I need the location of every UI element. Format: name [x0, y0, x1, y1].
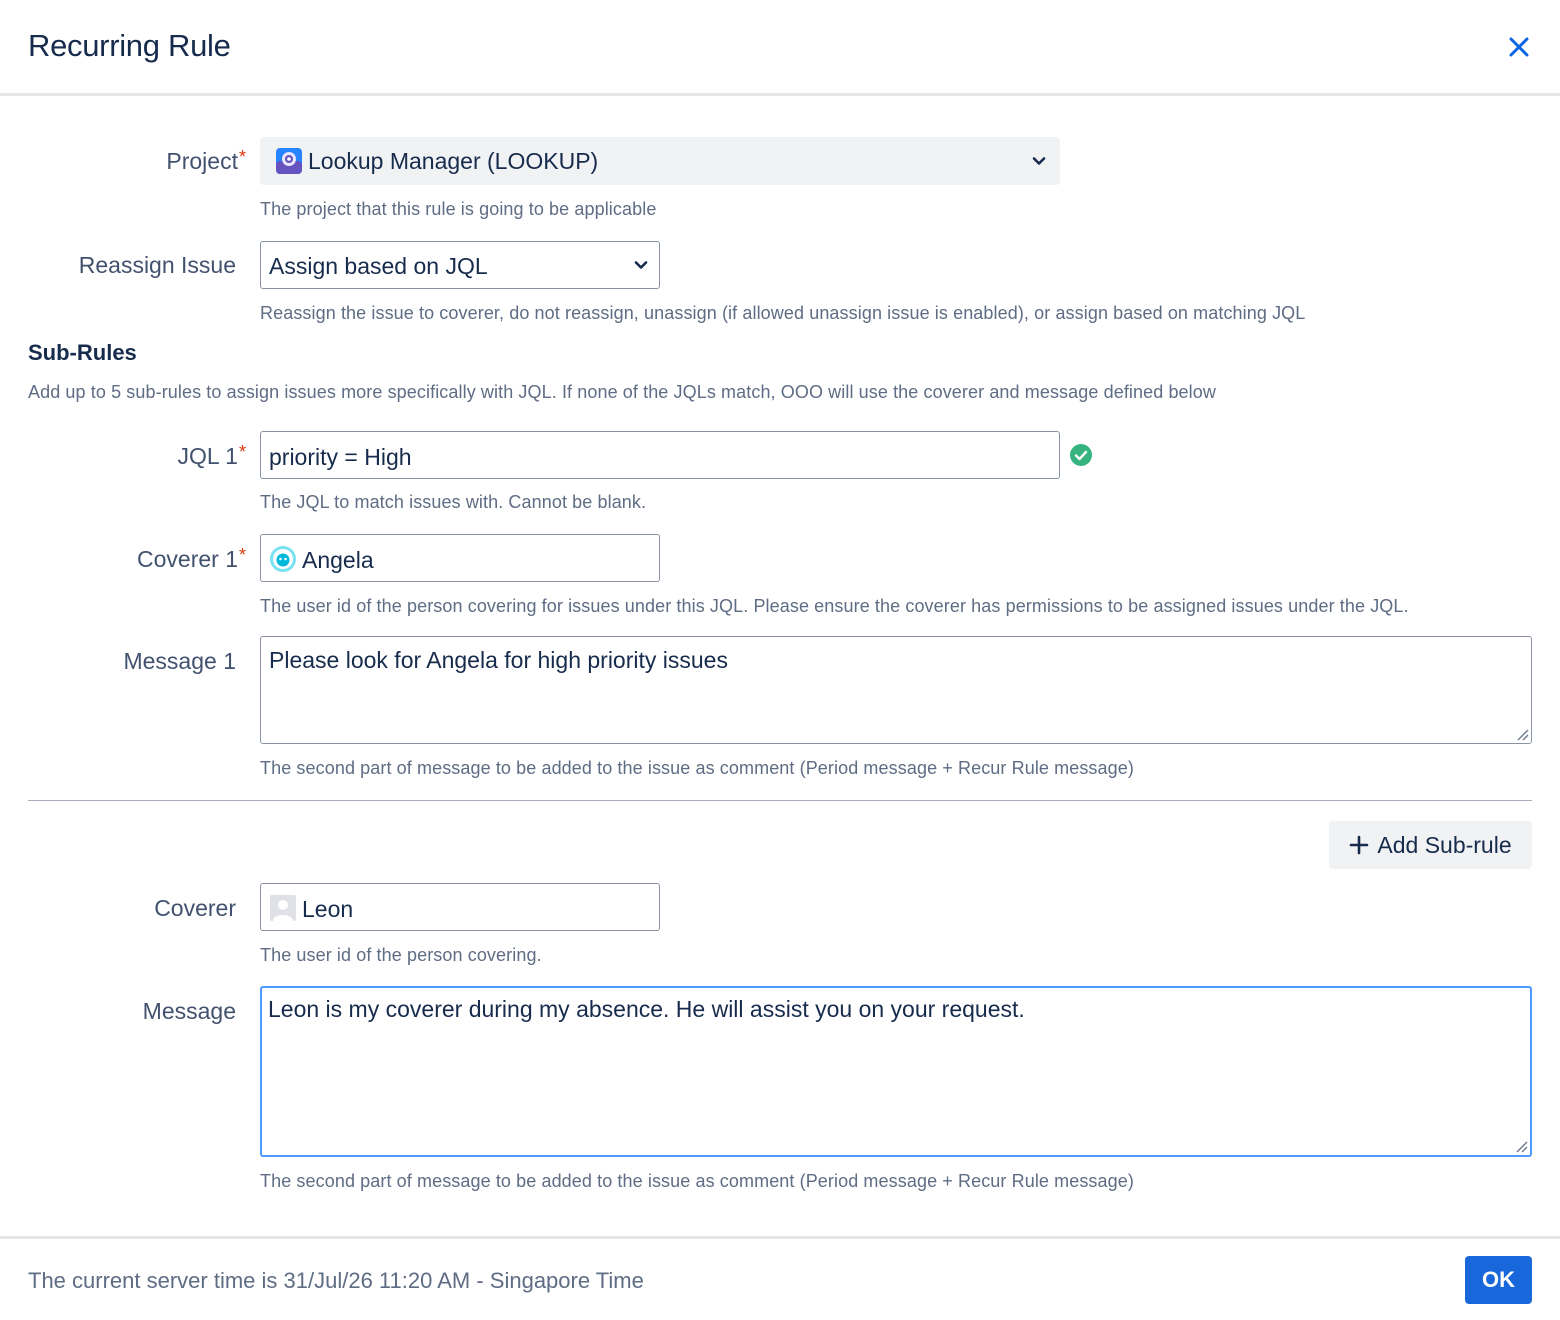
resize-handle-icon[interactable] — [1515, 727, 1529, 741]
dialog-header: Recurring Rule — [0, 0, 1560, 96]
project-label: Project* — [166, 147, 246, 174]
jql-value: priority = High — [269, 444, 412, 470]
jql-help: The JQL to match issues with. Cannot be … — [260, 492, 647, 512]
resize-handle-icon[interactable] — [1514, 1139, 1528, 1153]
check-circle-icon — [1070, 444, 1092, 466]
message-value: Leon is my coverer during my absence. He… — [268, 996, 1025, 1022]
dialog-title: Recurring Rule — [28, 28, 231, 63]
project-help: The project that this rule is going to b… — [260, 199, 657, 219]
chevron-down-icon — [634, 261, 648, 269]
message-help: The second part of message to be added t… — [260, 1171, 1134, 1191]
project-select[interactable]: Lookup Manager (LOOKUP) — [260, 137, 1060, 185]
reassign-help: Reassign the issue to coverer, do not re… — [260, 303, 1306, 323]
user-avatar-icon — [270, 895, 296, 921]
coverer-1-help: The user id of the person covering for i… — [260, 596, 1409, 616]
coverer-help: The user id of the person covering. — [260, 945, 542, 965]
coverer-label: Coverer — [154, 895, 236, 921]
jql-label: JQL 1* — [177, 442, 246, 469]
close-icon — [1509, 37, 1529, 57]
user-avatar-icon — [270, 546, 296, 572]
ok-button[interactable]: OK — [1465, 1256, 1532, 1304]
message-textarea[interactable]: Leon is my coverer during my absence. He… — [260, 986, 1532, 1157]
plus-icon — [1350, 835, 1369, 855]
subrules-description: Add up to 5 sub-rules to assign issues m… — [28, 382, 1216, 402]
message-1-label: Message 1 — [123, 648, 236, 674]
coverer-input[interactable]: Leon — [260, 883, 660, 931]
subrules-title: Sub-Rules — [28, 340, 137, 365]
required-mark: * — [238, 442, 246, 462]
required-mark: * — [238, 147, 246, 167]
project-avatar-icon — [276, 148, 302, 174]
project-value: Lookup Manager (LOOKUP) — [308, 147, 599, 174]
required-mark: * — [238, 545, 246, 565]
reassign-value: Assign based on JQL — [269, 253, 488, 279]
server-time-text: The current server time is 31/Jul/26 11:… — [28, 1268, 644, 1293]
chevron-down-icon — [1032, 157, 1046, 165]
subrules-divider — [28, 800, 1532, 801]
jql-input[interactable]: priority = High — [260, 431, 1060, 479]
reassign-label: Reassign Issue — [78, 252, 236, 278]
message-1-help: The second part of message to be added t… — [260, 758, 1134, 778]
add-sub-rule-label: Add Sub-rule — [1377, 831, 1512, 858]
coverer-1-label: Coverer 1* — [137, 545, 246, 572]
message-1-value: Please look for Angela for high priority… — [269, 647, 728, 673]
coverer-value: Leon — [302, 896, 354, 922]
message-label: Message — [142, 998, 236, 1024]
coverer-1-value: Angela — [302, 547, 374, 573]
add-sub-rule-button[interactable]: Add Sub-rule — [1329, 821, 1532, 869]
coverer-1-input[interactable]: Angela — [260, 534, 660, 582]
close-button[interactable] — [1500, 28, 1538, 66]
message-1-textarea[interactable]: Please look for Angela for high priority… — [260, 636, 1532, 744]
reassign-select[interactable]: Assign based on JQL — [260, 241, 660, 289]
